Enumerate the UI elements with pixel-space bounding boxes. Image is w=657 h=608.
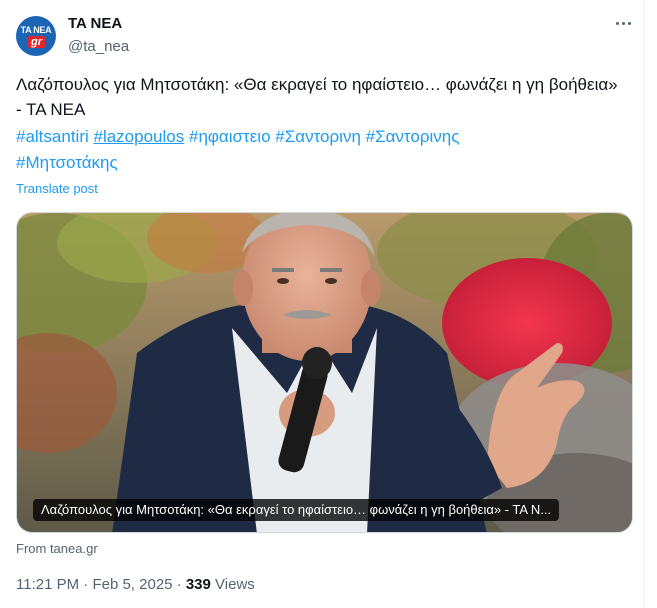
author-display-name[interactable]: TA NEA: [68, 15, 122, 32]
more-dots-icon[interactable]: [612, 14, 634, 32]
hashtag-link[interactable]: #Σαντορινης: [366, 127, 460, 146]
avatar-logo-text: TA NEA: [20, 25, 52, 35]
meta-separator: ·: [83, 576, 89, 593]
avatar[interactable]: TA NEA gr: [16, 16, 56, 56]
link-source[interactable]: From tanea.gr: [16, 541, 98, 556]
translate-post-link[interactable]: Translate post: [16, 181, 98, 196]
post-metadata: 11:21 PM · Feb 5, 2025 · 339 Views: [16, 576, 255, 593]
post-time[interactable]: 11:21 PM: [16, 576, 79, 593]
post-text: Λαζόπουλος για Μητσοτάκη: «Θα εκραγεί το…: [16, 75, 618, 119]
hashtag-link[interactable]: #ηφαιστειο: [189, 127, 271, 146]
meta-separator: ·: [176, 576, 182, 593]
card-caption: Λαζόπουλος για Μητσοτάκη: «Θα εκραγεί το…: [33, 499, 560, 521]
views-label: Views: [215, 576, 255, 593]
tweet-card: TA NEA gr TA NEA @ta_nea Λαζόπουλος για …: [0, 0, 644, 608]
hashtag-list: #altsantiri #lazopoulos #ηφαιστειο #Σαντ…: [16, 124, 628, 176]
hashtag-link[interactable]: #lazopoulos: [94, 127, 185, 146]
views-count: 339: [185, 576, 211, 593]
link-card-image[interactable]: Λαζόπουλος για Μητσοτάκη: «Θα εκραγεί το…: [16, 212, 633, 533]
hashtag-link[interactable]: #Σαντορινη: [275, 127, 361, 146]
hashtag-link[interactable]: #Μητσοτάκης: [16, 153, 118, 172]
hashtag-link[interactable]: #altsantiri: [16, 127, 89, 146]
video-still-image: [17, 213, 632, 532]
avatar-logo-suffix: gr: [28, 36, 45, 48]
post-date[interactable]: Feb 5, 2025: [92, 576, 172, 593]
author-handle[interactable]: @ta_nea: [68, 38, 129, 55]
